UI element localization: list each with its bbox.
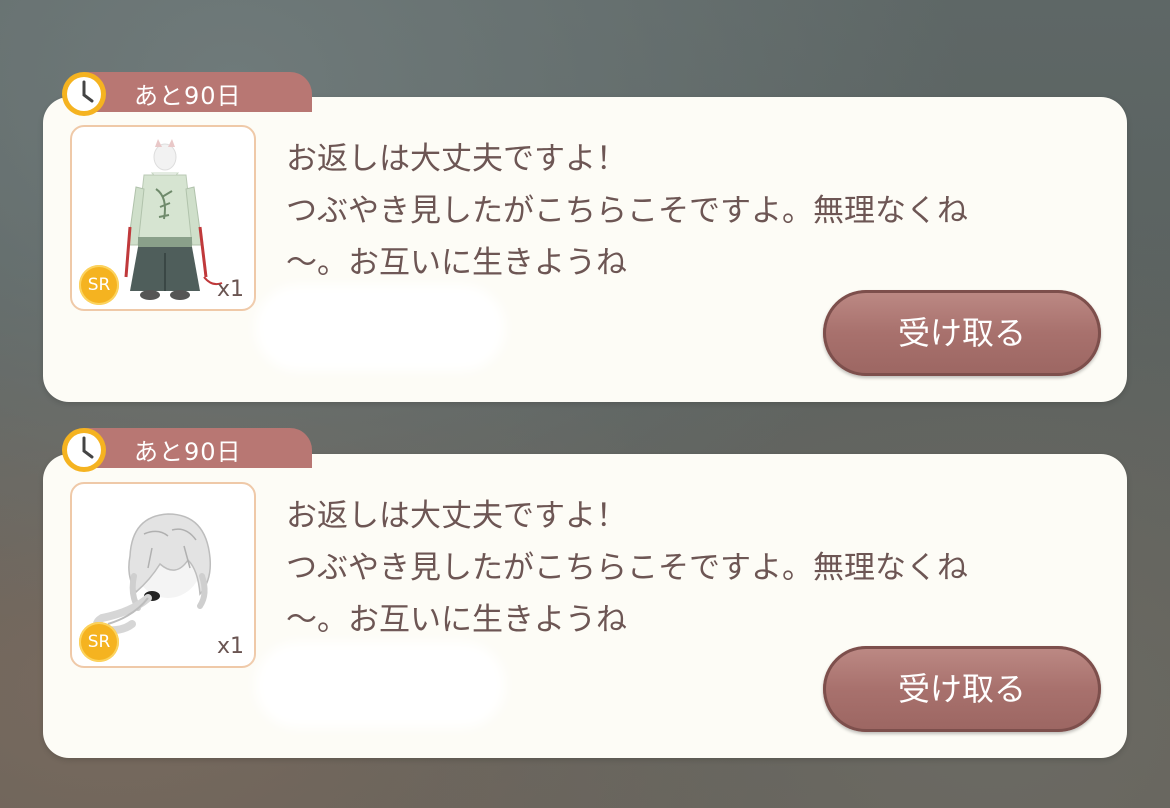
item-thumbnail[interactable]: SR x1 [70,125,256,311]
receive-button[interactable]: 受け取る [823,290,1101,376]
gift-list-screen: SR x1 お返しは大丈夫ですよ！ つぶやき見したがこちらこそですよ。無理なくね… [0,0,1170,808]
clock-icon [62,428,106,472]
item-thumbnail[interactable]: SR x1 [70,482,256,668]
clock-icon [62,72,106,116]
message-line: 〜。お互いに生きようね [286,602,627,638]
message-line: お返しは大丈夫ですよ！ [286,498,627,534]
receive-button[interactable]: 受け取る [823,646,1101,732]
gift-card: SR x1 お返しは大丈夫ですよ！ つぶやき見したがこちらこそですよ。無理なくね… [43,97,1127,402]
message-line: つぶやき見したがこちらこそですよ。無理なくね [286,193,968,229]
rarity-badge: SR [79,622,119,662]
message-line: 〜。お互いに生きようね [286,245,627,281]
message-line: つぶやき見したがこちらこそですよ。無理なくね [286,550,968,586]
redacted-sender-area [255,285,505,371]
timer-label: あと90日 [134,82,242,110]
message-line: お返しは大丈夫ですよ！ [286,141,627,177]
expiry-timer: あと90日 [60,428,312,472]
redacted-sender-area [255,642,505,728]
item-quantity: x1 [216,277,244,302]
item-quantity: x1 [216,634,244,659]
timer-label: あと90日 [134,438,242,466]
rarity-badge: SR [79,265,119,305]
gift-message: お返しは大丈夫ですよ！ つぶやき見したがこちらこそですよ。無理なくね 〜。お互い… [286,133,1106,289]
expiry-timer: あと90日 [60,72,312,116]
gift-card: SR x1 お返しは大丈夫ですよ！ つぶやき見したがこちらこそですよ。無理なくね… [43,454,1127,758]
gift-message: お返しは大丈夫ですよ！ つぶやき見したがこちらこそですよ。無理なくね 〜。お互い… [286,490,1106,646]
